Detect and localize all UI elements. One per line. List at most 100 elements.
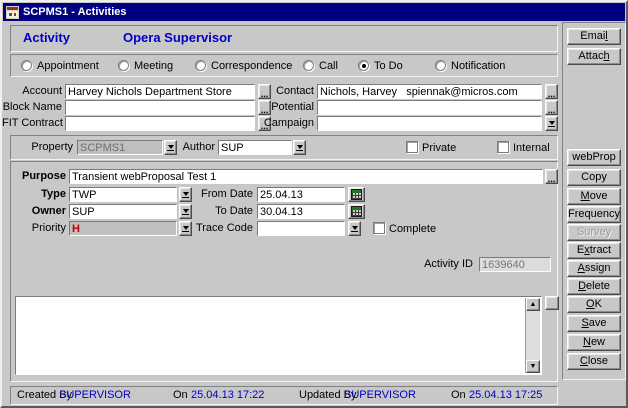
- account-label: Account: [2, 84, 62, 99]
- app-icon: [6, 6, 19, 19]
- survey-button: Survey: [567, 224, 621, 241]
- radio-label: Meeting: [134, 60, 173, 72]
- author-label: Author: [171, 140, 215, 155]
- from-date-calendar-button[interactable]: [348, 187, 365, 202]
- move-button[interactable]: Move: [567, 188, 621, 205]
- radio-circle-icon: [358, 60, 369, 71]
- internal-label: Internal: [513, 141, 550, 155]
- notes-expand-button[interactable]: [545, 296, 559, 310]
- contact-input[interactable]: [317, 84, 542, 99]
- priority-input: [69, 221, 177, 236]
- campaign-input[interactable]: [317, 116, 542, 131]
- close-button[interactable]: Close: [567, 353, 621, 370]
- campaign-dropdown-button[interactable]: [545, 116, 558, 131]
- updated-on-label: On: [451, 387, 466, 404]
- save-button[interactable]: Save: [567, 315, 621, 332]
- to-date-calendar-button[interactable]: [348, 204, 365, 219]
- owner-label: Owner: [11, 204, 66, 219]
- frequency-button[interactable]: Frequency: [567, 206, 621, 223]
- footer-panel: Created By SUPERVISOR On 25.04.13 17:22 …: [10, 386, 558, 405]
- action-button-panel: Email Attach webProp Copy MoveFrequencySurv…: [562, 22, 626, 380]
- activity-type-group: Appointment Meeting Correspondence Call To D…: [10, 54, 558, 77]
- trace-code-input[interactable]: [257, 221, 345, 236]
- radio-circle-icon: [303, 60, 314, 71]
- ellipsis-icon: ...: [548, 91, 556, 97]
- dropdown-icon: [182, 226, 189, 232]
- to-date-label: To Date: [191, 204, 253, 219]
- calendar-icon: [351, 189, 362, 200]
- delete-button[interactable]: Delete: [567, 278, 621, 295]
- radio-meeting[interactable]: Meeting: [118, 59, 173, 72]
- purpose-lov-button[interactable]: ...: [545, 169, 558, 184]
- radio-circle-icon: [435, 60, 446, 71]
- attach-button[interactable]: Attach: [567, 48, 621, 65]
- ellipsis-icon: ...: [548, 107, 556, 113]
- dropdown-icon: [182, 192, 189, 198]
- scroll-up-button[interactable]: ▲: [526, 298, 540, 311]
- private-label: Private: [422, 141, 456, 155]
- complete-label: Complete: [389, 222, 436, 236]
- radio-to-do[interactable]: To Do: [358, 59, 403, 72]
- radio-notification[interactable]: Notification: [435, 59, 505, 72]
- created-on-label: On: [173, 387, 188, 404]
- purpose-label: Purpose: [11, 169, 66, 184]
- from-date-label: From Date: [191, 187, 253, 202]
- dropdown-icon: [351, 226, 358, 232]
- notes-textarea[interactable]: ▲ ▼: [15, 296, 542, 375]
- extract-button[interactable]: Extract: [567, 242, 621, 259]
- owner-input[interactable]: [69, 204, 177, 219]
- complete-checkbox[interactable]: [373, 222, 385, 234]
- radio-call[interactable]: Call: [303, 59, 338, 72]
- campaign-label: Campaign: [232, 116, 314, 131]
- potential-lov-button[interactable]: ...: [545, 100, 558, 115]
- assign-button[interactable]: Assign: [567, 260, 621, 277]
- internal-checkbox[interactable]: [497, 141, 509, 153]
- radio-label: Call: [319, 60, 338, 72]
- radio-label: Appointment: [37, 60, 99, 72]
- author-dropdown-button[interactable]: [293, 140, 306, 155]
- author-input[interactable]: [218, 140, 292, 155]
- type-label: Type: [11, 187, 66, 202]
- purpose-input[interactable]: [69, 169, 543, 184]
- from-date-input[interactable]: [257, 187, 345, 202]
- updated-on-value: 25.04.13 17:25: [469, 387, 542, 404]
- block-name-input[interactable]: [65, 100, 255, 115]
- account-input[interactable]: [65, 84, 255, 99]
- to-date-input[interactable]: [257, 204, 345, 219]
- contact-lov-button[interactable]: ...: [545, 84, 558, 99]
- scroll-down-button[interactable]: ▼: [526, 360, 540, 373]
- ok-button[interactable]: OK: [567, 296, 621, 313]
- activity-id-label: Activity ID: [353, 257, 473, 272]
- private-checkbox[interactable]: [406, 141, 418, 153]
- email-button[interactable]: Email: [567, 28, 621, 45]
- new-button[interactable]: New: [567, 334, 621, 351]
- window-title: SCPMS1 - Activities: [23, 6, 127, 18]
- dropdown-icon: [182, 209, 189, 215]
- radio-correspondence[interactable]: Correspondence: [195, 59, 292, 72]
- radio-label: Notification: [451, 60, 505, 72]
- calendar-icon: [351, 206, 362, 217]
- header-panel: Activity Opera Supervisor: [10, 25, 558, 52]
- radio-circle-icon: [195, 60, 206, 71]
- copy-button[interactable]: Copy: [567, 169, 621, 186]
- type-input[interactable]: [69, 187, 177, 202]
- page-title: Activity: [23, 30, 70, 45]
- trace-code-dropdown-button[interactable]: [348, 221, 361, 236]
- radio-circle-icon: [118, 60, 129, 71]
- webprop-button[interactable]: webProp: [567, 149, 621, 166]
- activity-id-input: [479, 257, 551, 272]
- notes-scrollbar[interactable]: ▲ ▼: [525, 298, 540, 373]
- updated-by-value: SUPERVISOR: [344, 387, 416, 404]
- radio-appointment[interactable]: Appointment: [21, 59, 99, 72]
- current-user: Opera Supervisor: [123, 30, 232, 45]
- radio-label: To Do: [374, 60, 403, 72]
- potential-input[interactable]: [317, 100, 542, 115]
- dropdown-icon: [548, 121, 555, 127]
- fit-contract-input[interactable]: [65, 116, 255, 131]
- potential-label: Potential: [232, 100, 314, 115]
- radio-label: Correspondence: [211, 60, 292, 72]
- detail-panel: Purpose ... Type From Date Owner To Date…: [10, 161, 558, 382]
- property-panel: Property Author Private Internal: [10, 135, 558, 160]
- ellipsis-icon: ...: [548, 176, 556, 182]
- titlebar[interactable]: SCPMS1 - Activities: [3, 3, 625, 21]
